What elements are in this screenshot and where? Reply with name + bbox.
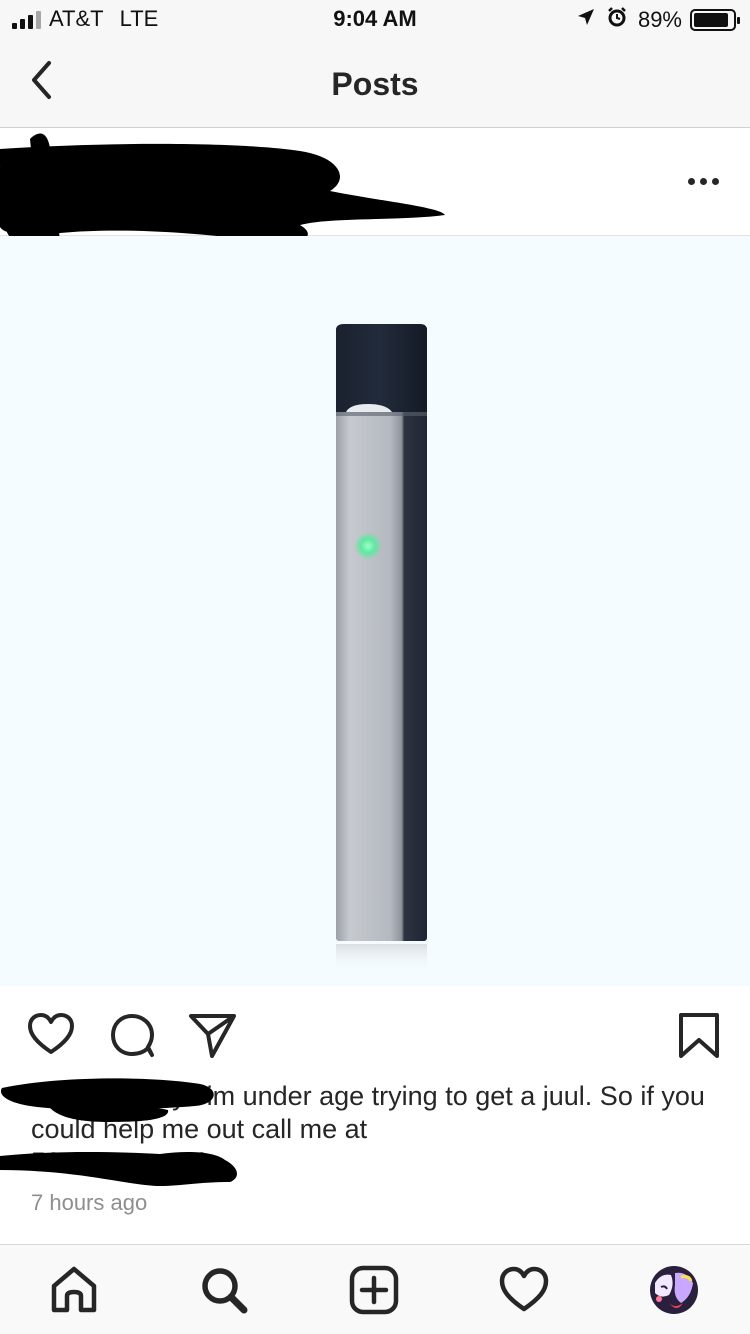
alarm-clock-icon [606,6,628,34]
search-icon [202,1268,248,1314]
tab-home[interactable] [47,1263,101,1317]
post-timestamp: 7 hours ago [31,1190,148,1215]
home-icon [51,1266,97,1313]
bookmark-icon [679,1013,719,1058]
heart-icon [28,1013,74,1054]
like-button[interactable] [26,1010,76,1060]
tab-search[interactable] [197,1263,251,1317]
redaction-scribble [0,133,445,247]
page-title: Posts [331,66,419,102]
paper-plane-icon [189,1014,236,1058]
post-header [0,129,750,247]
tab-activity[interactable] [497,1263,551,1317]
vape-device-image [336,324,427,974]
bottom-tab-bar [0,1244,750,1334]
share-button[interactable] [188,1010,238,1060]
comment-icon [111,1014,154,1057]
status-right: 89% [576,6,740,34]
more-dot [699,177,707,185]
profile-avatar-icon [650,1266,698,1314]
navigation-bar: Posts [0,40,750,128]
add-post-icon [349,1265,399,1315]
battery-percentage: 89% [637,7,682,32]
post-image[interactable] [0,236,750,986]
tab-profile[interactable] [647,1263,701,1317]
tab-new-post[interactable] [347,1263,401,1317]
post-actions [0,986,750,1078]
more-options-button[interactable] [678,169,728,193]
status-bar: AT&T LTE 9:04 AM 89% [0,0,750,40]
location-arrow-icon [576,7,596,33]
battery-icon [690,9,740,31]
more-dot [687,177,695,185]
comment-button[interactable] [108,1010,158,1060]
battery-level [694,13,728,27]
caption-redaction-scribble [0,1078,237,1186]
activity-heart-icon [499,1266,549,1312]
more-dot [711,177,719,185]
save-button[interactable] [674,1010,724,1060]
